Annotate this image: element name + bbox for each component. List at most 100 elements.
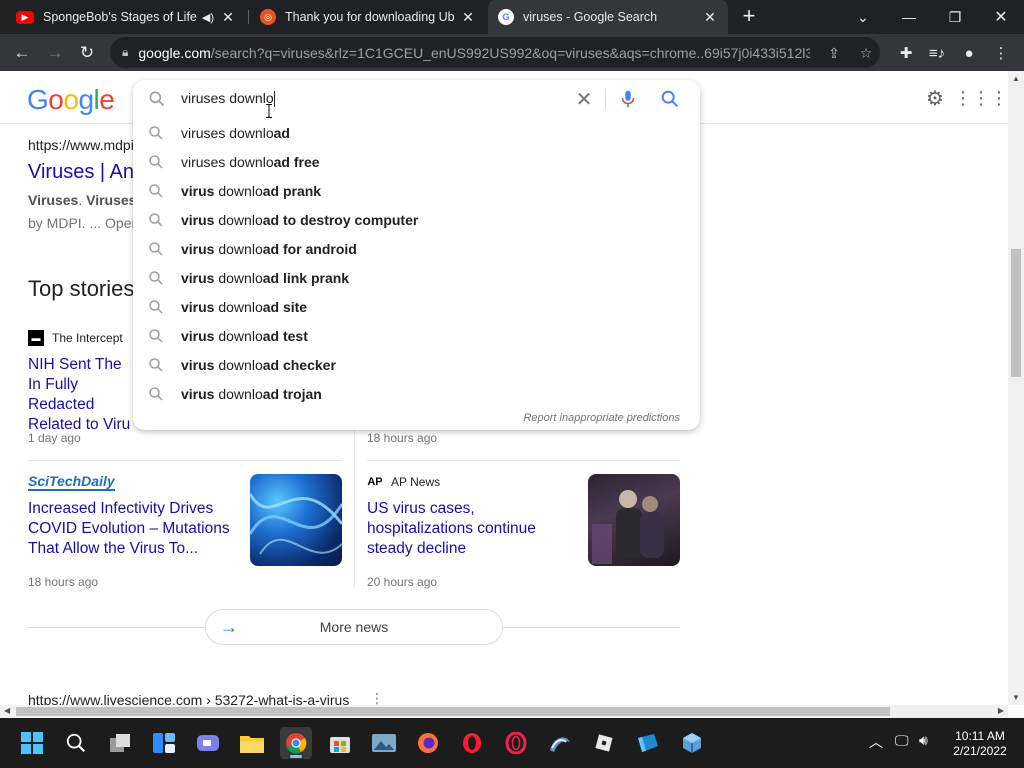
bookmark-star-icon[interactable]: ☆ — [856, 43, 876, 63]
widgets-icon[interactable] — [148, 727, 180, 759]
search-icon[interactable] — [60, 727, 92, 759]
suggestion-list: viruses download viruses download free v… — [133, 118, 700, 408]
settings-gear-icon[interactable]: ⚙ — [922, 85, 948, 111]
extensions-icon[interactable]: ✚ — [895, 42, 917, 64]
story-headline[interactable]: Increased Infectivity Drives COVID Evolu… — [28, 499, 240, 559]
horizontal-scrollbar[interactable]: ◀ ▶ — [0, 705, 1008, 718]
ap-news-icon: AP — [367, 476, 383, 488]
vertical-scroll-thumb[interactable] — [1011, 249, 1021, 377]
text-cursor-icon — [266, 104, 272, 118]
suggestion-item[interactable]: virus download trojan — [133, 379, 700, 408]
file-explorer-icon[interactable] — [236, 727, 268, 759]
story-headline[interactable]: NIH Sent The In Fully Redacted Related t… — [28, 355, 138, 435]
show-hidden-icons-chevron-icon[interactable]: ︿ — [869, 732, 883, 752]
roblox-icon[interactable] — [588, 727, 620, 759]
suggestion-item[interactable]: virus download checker — [133, 350, 700, 379]
teams-chat-icon[interactable] — [192, 727, 224, 759]
clock-time: 10:11 AM — [955, 729, 1005, 743]
scroll-left-icon[interactable]: ◀ — [4, 706, 10, 715]
search-divider — [605, 89, 606, 109]
horizontal-scroll-thumb[interactable] — [16, 707, 890, 716]
back-button[interactable]: ← — [9, 40, 35, 66]
volume-icon[interactable]: 🔊︎ — [919, 732, 928, 749]
close-tab-icon[interactable]: ✕ — [220, 9, 236, 25]
search-icon — [149, 300, 163, 314]
the-intercept-icon: ▬ — [28, 330, 44, 346]
clear-search-icon[interactable]: ✕ — [573, 88, 595, 111]
share-icon[interactable]: ⇪ — [824, 43, 844, 63]
chrome-icon[interactable] — [280, 727, 312, 759]
scroll-down-icon[interactable]: ▼ — [1012, 693, 1020, 702]
google-results-page: https://www.mdpi Viruses | An Viruses. V… — [0, 71, 1024, 718]
result-url[interactable]: https://www.mdpi — [28, 137, 134, 153]
people-masks-thumbnail-image[interactable] — [588, 474, 680, 566]
google-apps-grid-icon[interactable]: ⋮⋮⋮ — [954, 85, 1008, 111]
dna-thumbnail-image[interactable] — [250, 474, 342, 566]
photos-icon[interactable] — [368, 727, 400, 759]
lock-icon[interactable]: 🔒︎ — [122, 45, 128, 60]
menu-icon[interactable]: ⋮ — [990, 42, 1012, 64]
search-input[interactable]: viruses downlo — [181, 90, 275, 108]
story-card[interactable]: SciTechDaily Increased Infectivity Drive… — [28, 473, 240, 559]
story-headline[interactable]: US virus cases, hospitalizations continu… — [367, 499, 577, 559]
search-suggestions-box: viruses downlo ✕ viruses download viruse… — [133, 80, 700, 430]
story-card[interactable]: AP AP News US virus cases, hospitalizatio… — [367, 473, 577, 559]
suggestion-item[interactable]: virus download for android — [133, 234, 700, 263]
dna-helix-icon — [250, 493, 342, 555]
suggestion-item[interactable]: virus download prank — [133, 176, 700, 205]
minimize-button[interactable]: — — [886, 0, 932, 34]
report-predictions-link[interactable]: Report inappropriate predictions — [523, 412, 680, 424]
virtualbox-icon[interactable] — [676, 727, 708, 759]
result-meta: by MDPI. ... Oper — [28, 215, 137, 231]
windows-start-icon[interactable] — [16, 727, 48, 759]
windows-taskbar: ︿ 🖵︎ 🔊︎ 10:11 AM 2/21/2022 — [0, 718, 1024, 768]
google-icon: G — [498, 9, 514, 25]
profile-icon[interactable]: ● — [958, 42, 980, 64]
firefox-icon[interactable] — [412, 727, 444, 759]
forward-button[interactable]: → — [42, 40, 68, 66]
story-age: 18 hours ago — [28, 575, 99, 589]
close-tab-icon[interactable]: ✕ — [460, 9, 476, 25]
scroll-right-icon[interactable]: ▶ — [998, 706, 1004, 715]
result-title[interactable]: Viruses | An — [28, 161, 134, 184]
voice-search-mic-icon[interactable] — [617, 88, 639, 110]
media-control-icon[interactable]: ≡♪ — [926, 42, 948, 64]
tab-spongebob[interactable]: ▶ SpongeBob's Stages of Life! ◀) ✕ — [6, 0, 246, 34]
close-tab-icon[interactable]: ✕ — [702, 9, 718, 25]
restore-button[interactable]: ❐ — [932, 0, 978, 34]
new-tab-button[interactable]: + — [737, 5, 761, 29]
tab-search-icon[interactable]: ⌄ — [840, 0, 886, 34]
azure-data-studio-icon[interactable] — [632, 727, 664, 759]
suggestion-item[interactable]: viruses download — [133, 118, 700, 147]
top-stories-heading: Top stories — [28, 276, 135, 301]
more-news-button[interactable]: → More news — [205, 609, 503, 645]
url-text[interactable]: google.com/search?q=viruses&rlz=1C1GCEU_… — [138, 45, 810, 61]
scroll-up-icon[interactable]: ▲ — [1012, 74, 1020, 83]
vertical-scrollbar[interactable]: ▲ ▼ — [1008, 71, 1024, 705]
row-divider — [367, 460, 680, 461]
close-window-button[interactable]: ✕ — [978, 0, 1024, 34]
suggestion-item[interactable]: virus download site — [133, 292, 700, 321]
suggestion-item[interactable]: viruses download free — [133, 147, 700, 176]
ubuntu-icon: ◎ — [260, 9, 276, 25]
speaker-icon[interactable]: ◀) — [202, 11, 214, 24]
wireshark-icon[interactable] — [544, 727, 576, 759]
task-view-icon[interactable] — [104, 727, 136, 759]
suggestion-item[interactable]: virus download link prank — [133, 263, 700, 292]
suggestion-item[interactable]: virus download test — [133, 321, 700, 350]
opera-icon[interactable] — [456, 727, 488, 759]
google-logo[interactable]: Google — [27, 84, 115, 116]
tab-ubuntu[interactable]: ◎ Thank you for downloading Ubun ✕ — [250, 0, 486, 34]
reload-button[interactable]: ↻ — [74, 40, 100, 66]
scitechdaily-logo: SciTechDaily — [28, 473, 115, 491]
address-bar[interactable]: 🔒︎ google.com/search?q=viruses&rlz=1C1GC… — [110, 37, 880, 68]
suggestion-item[interactable]: virus download to destroy computer — [133, 205, 700, 234]
search-submit-icon[interactable] — [659, 88, 681, 110]
story-age: 1 day ago — [28, 431, 81, 445]
taskbar-clock[interactable]: 10:11 AM 2/21/2022 — [942, 729, 1018, 759]
network-icon[interactable]: 🖵︎ — [895, 732, 909, 749]
opera-gx-icon[interactable] — [500, 727, 532, 759]
tab-google-search[interactable]: G viruses - Google Search ✕ — [488, 0, 728, 34]
youtube-icon: ▶ — [16, 10, 34, 24]
store-icon[interactable] — [324, 727, 356, 759]
